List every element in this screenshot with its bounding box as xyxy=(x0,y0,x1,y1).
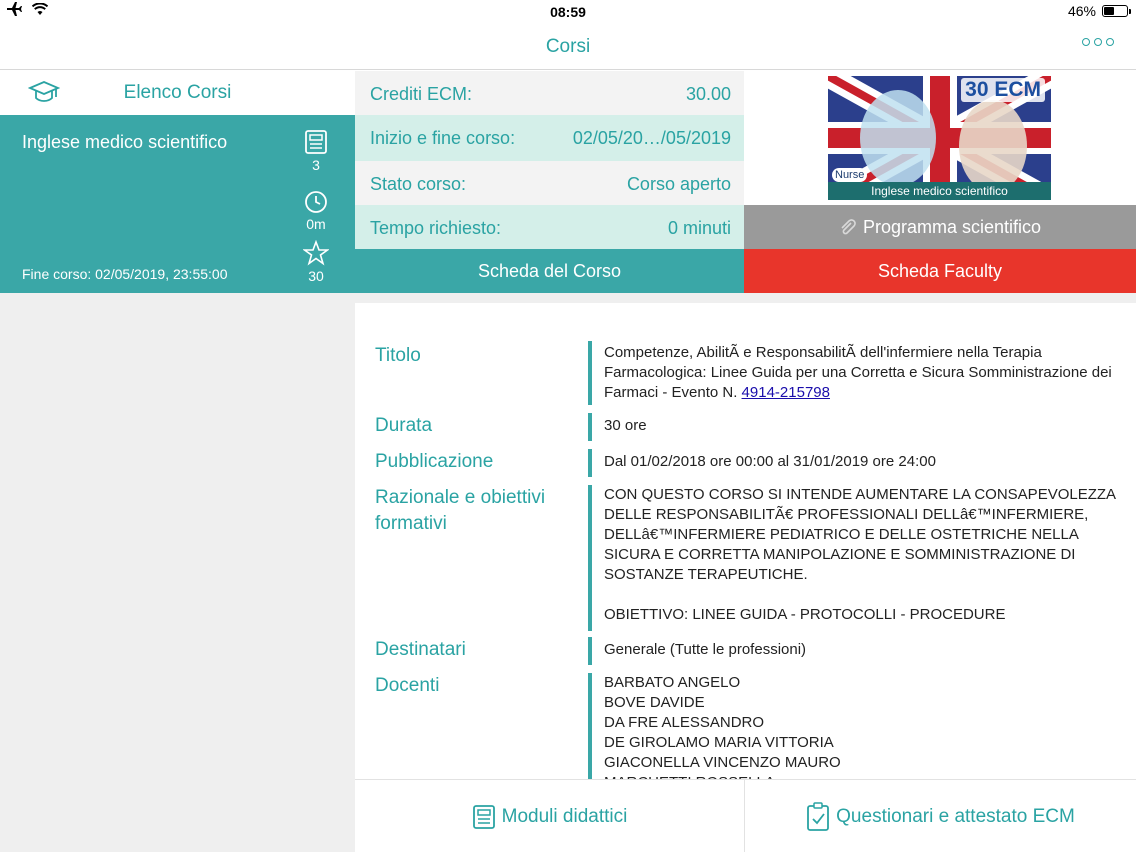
info-key: Crediti ECM: xyxy=(370,84,473,104)
detail-bar xyxy=(588,673,592,779)
clock-icon xyxy=(305,191,327,213)
programma-scientifico-button[interactable]: Programma scientifico xyxy=(744,205,1136,249)
titolo-text: Competenze, AbilitÃ e ResponsabilitÃ del… xyxy=(604,344,1112,401)
info-value: 0 minuti xyxy=(667,218,731,238)
detail-bar xyxy=(588,637,592,665)
detail-label: Docenti xyxy=(375,675,440,696)
info-value: Corso aperto xyxy=(626,174,731,194)
separator xyxy=(355,293,1136,303)
moduli-didattici-button[interactable]: Moduli didattici xyxy=(355,780,745,852)
event-link[interactable]: 4914-215798 xyxy=(742,384,830,401)
more-dot-icon xyxy=(1106,38,1114,46)
battery-percent: 46% xyxy=(1067,3,1096,19)
page-title: Corsi xyxy=(545,36,591,57)
moduli-label: Moduli didattici xyxy=(501,805,628,827)
detail-value: Dal 01/02/2018 ore 00:00 al 31/01/2019 o… xyxy=(604,453,936,470)
course-details[interactable]: Titolo Competenze, AbilitÃ e Responsabil… xyxy=(355,303,1136,779)
course-name: Inglese medico scientifico xyxy=(22,132,228,152)
detail-value: Generale (Tutte le professioni) xyxy=(604,641,807,658)
questionari-button[interactable]: Questionari e attestato ECM xyxy=(745,780,1136,852)
modules-stat: 3 xyxy=(300,129,332,173)
detail-value: BARBATO ANGELO BOVE DAVIDE DA FRE ALESSA… xyxy=(604,674,841,779)
info-key: Stato corso: xyxy=(370,174,467,194)
detail-label: Destinatari xyxy=(375,639,466,660)
status-time: 08:59 xyxy=(550,4,586,20)
course-thumbnail: 30 ECM Nurse Inglese medico scientifico xyxy=(828,76,1051,200)
newspaper-icon xyxy=(305,130,327,154)
credits-value: 30 xyxy=(308,268,324,284)
ecm-badge: 30 ECM xyxy=(961,78,1045,102)
nurse-logo: Nurse xyxy=(832,168,868,182)
detail-bar xyxy=(588,413,592,441)
detail-value: Competenze, AbilitÃ e ResponsabilitÃ del… xyxy=(604,343,1119,403)
questionari-label: Questionari e attestato ECM xyxy=(836,805,1075,827)
course-end-date: Fine corso: 02/05/2019, 23:55:00 xyxy=(22,266,228,282)
clipboard-check-icon xyxy=(807,801,830,831)
more-dot-icon xyxy=(1082,38,1090,46)
info-value: 30.00 xyxy=(685,84,731,104)
battery-icon xyxy=(1102,5,1131,17)
bottom-tab-bar: Moduli didattici Questionari e attestato… xyxy=(355,779,1136,852)
info-value: 02/05/20…/05/2019 xyxy=(572,128,731,148)
time-value: 0m xyxy=(306,216,326,232)
thumbnail-caption: Inglese medico scientifico xyxy=(828,182,1051,200)
programma-label: Programma scientifico xyxy=(862,217,1042,237)
info-row-date: Inizio e fine corso: 02/05/20…/05/2019 xyxy=(355,115,744,161)
status-left xyxy=(6,2,48,16)
info-key: Tempo richiesto: xyxy=(370,218,502,238)
course-list-title: Elenco Corsi xyxy=(123,82,232,103)
more-options-button[interactable] xyxy=(1082,38,1114,46)
status-bar: 08:59 46% xyxy=(0,0,1136,24)
detail-label: Pubblicazione xyxy=(375,451,494,472)
info-row-tempo: Tempo richiesto: 0 minuti xyxy=(355,205,744,249)
time-stat: 0m xyxy=(300,190,332,232)
info-row-crediti: Crediti ECM: 30.00 xyxy=(355,71,744,115)
scheda-corso-tab[interactable]: Scheda del Corso xyxy=(355,249,744,293)
detail-bar xyxy=(588,485,592,631)
scheda-faculty-tab[interactable]: Scheda Faculty xyxy=(744,249,1136,293)
detail-value: 30 ore xyxy=(604,417,647,434)
status-right: 46% xyxy=(1067,3,1131,19)
more-dot-icon xyxy=(1094,38,1102,46)
modules-count: 3 xyxy=(312,157,320,173)
newspaper-icon xyxy=(472,804,495,829)
info-row-stato: Stato corso: Corso aperto xyxy=(355,161,744,205)
detail-value: CON QUESTO CORSO SI INTENDE AUMENTARE LA… xyxy=(604,486,1116,623)
detail-label: Durata xyxy=(375,415,433,436)
wifi-icon xyxy=(32,3,48,15)
nav-bar: Corsi xyxy=(0,24,1136,70)
detail-label: Razionale e obiettivi formativi xyxy=(375,487,546,534)
course-list-header: Elenco Corsi xyxy=(0,71,355,115)
credits-stat: 30 xyxy=(300,240,332,284)
detail-bar xyxy=(588,341,592,405)
star-icon xyxy=(303,240,329,266)
battery-fill xyxy=(1104,7,1115,15)
paperclip-icon xyxy=(841,219,856,235)
airplane-icon xyxy=(7,2,22,16)
info-key: Inizio e fine corso: xyxy=(370,128,516,148)
course-list-item[interactable]: Inglese medico scientifico Fine corso: 0… xyxy=(0,115,355,293)
left-panel-empty xyxy=(0,293,355,852)
course-thumbnail-area: 30 ECM Nurse Inglese medico scientifico xyxy=(744,71,1136,205)
detail-label: Titolo xyxy=(375,345,421,366)
detail-bar xyxy=(588,449,592,477)
